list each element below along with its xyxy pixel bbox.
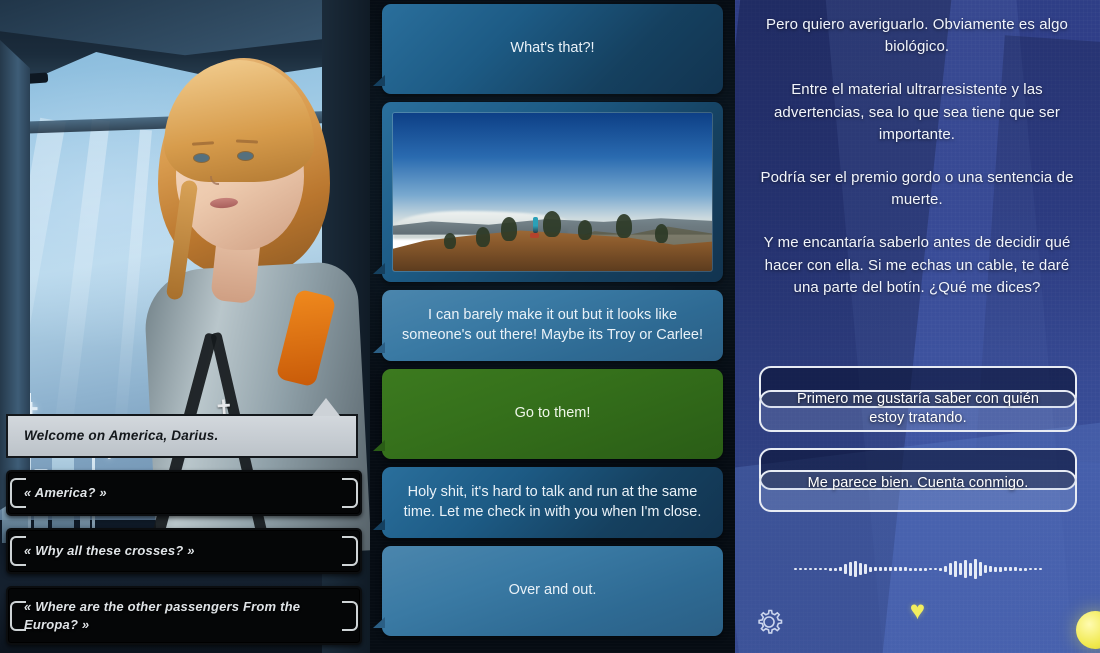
waveform-bar [878, 567, 882, 571]
visual-novel-panel: ✝ ✝ Welcome on America, Darius. « Americ… [0, 0, 370, 653]
bubble-tail [373, 440, 385, 452]
waveform-bar [853, 561, 857, 577]
photo-figure [533, 217, 539, 234]
dialogue-paragraph: Podría ser el premio gordo o una sentenc… [760, 168, 1074, 209]
waveform-bar [873, 567, 877, 571]
dialogue-choice-cuenta-conmigo[interactable]: Me parece bien. Cuenta conmigo. [759, 448, 1077, 512]
chat-message-list: What's that?! I can barely make it out b… [370, 0, 735, 652]
waveform-bar [943, 566, 947, 572]
waveform-bar [1028, 568, 1032, 570]
waveform-bar [968, 562, 972, 576]
waveform-bar [813, 568, 817, 570]
waveform-bar [828, 567, 832, 571]
waveform-bar [883, 567, 887, 571]
vn-choice-crosses[interactable]: « Why all these crosses? » [6, 528, 362, 574]
waveform-bar [848, 562, 852, 576]
chat-message-text: Go to them! [514, 405, 591, 422]
waveform-bar [983, 565, 987, 573]
bubble-tail [373, 75, 385, 86]
npc-speech-text: Welcome on America, Darius. [24, 428, 219, 443]
chat-message-text: I can barely make it out but it looks li… [402, 307, 703, 343]
chat-message-photo[interactable] [373, 102, 723, 282]
waveform-bar [823, 568, 827, 570]
dialogue-choice-label: Me parece bien. Cuenta conmigo. [807, 474, 1029, 491]
dialogue-choice-label: Primero me gustaría saber con quién esto… [796, 391, 1040, 426]
waveform-bar [903, 567, 907, 571]
chat-message[interactable]: Holy shit, it's hard to talk and run at … [373, 467, 723, 539]
waveform-bar [958, 563, 962, 575]
waveform-bar [868, 566, 872, 572]
waveform-bar [913, 567, 917, 571]
dialogue-text-block: Pero quiero averiguarlo. Obviamente es a… [757, 14, 1077, 320]
waveform-bar [928, 568, 932, 570]
waveform-bar [888, 567, 892, 571]
waveform-visualizer [735, 557, 1100, 581]
bubble-tail [373, 617, 385, 629]
photo-attachment[interactable] [392, 112, 713, 272]
waveform-bar [1038, 568, 1042, 570]
vn-choice-list: « America? » « Why all these crosses? » … [6, 470, 362, 653]
waveform-bar [908, 567, 912, 571]
waveform-bar [938, 567, 942, 571]
vn-choice-america[interactable]: « America? » [6, 470, 362, 516]
spanish-dialogue-panel: Pero quiero averiguarlo. Obviamente es a… [735, 0, 1100, 653]
chat-message[interactable]: Over and out. [373, 546, 723, 637]
waveform-bar [1018, 567, 1022, 571]
chat-message-text: Holy shit, it's hard to talk and run at … [403, 484, 702, 520]
npc-speech-bubble: Welcome on America, Darius. [6, 398, 358, 458]
dialogue-paragraph: Y me encantaría saberlo antes de decidir… [763, 234, 1071, 296]
vn-choice-label: « America? » [24, 485, 107, 501]
waveform-bar [988, 566, 992, 572]
gear-icon[interactable] [749, 601, 789, 641]
waveform-bar [858, 563, 862, 575]
waveform-bar [918, 567, 922, 571]
waveform-bar [803, 568, 807, 570]
bubble-tail [373, 342, 385, 354]
heart-icon: ♥ [909, 595, 926, 625]
chat-message[interactable]: What's that?! [373, 4, 723, 94]
waveform-bar [793, 568, 797, 570]
waveform-bar [1003, 567, 1007, 571]
waveform-bar [898, 567, 902, 571]
dialogue-choice-saber-con-quien[interactable]: Primero me gustaría saber con quién esto… [759, 366, 1077, 440]
bubble-tail [373, 519, 385, 531]
waveform-bar [833, 567, 837, 571]
chat-message-text: Over and out. [508, 582, 597, 599]
waveform-bar [798, 568, 802, 570]
chat-message[interactable]: I can barely make it out but it looks li… [373, 290, 723, 362]
vn-choice-label: « Why all these crosses? » [24, 543, 195, 559]
chat-message-text: What's that?! [510, 40, 595, 57]
waveform-bar [1008, 567, 1012, 571]
chat-message-choice-go-to-them[interactable]: Go to them! [373, 369, 723, 460]
waveform-bar [993, 566, 997, 572]
waveform-bar [808, 568, 812, 570]
waveform-bar [1023, 567, 1027, 571]
waveform-bar [863, 564, 867, 574]
waveform-bar [1033, 568, 1037, 570]
waveform-bar [973, 559, 977, 579]
waveform-bar [998, 566, 1002, 572]
bubble-tail [373, 263, 385, 274]
dialogue-paragraph: Pero quiero averiguarlo. Obviamente es a… [766, 16, 1068, 56]
waveform-bar [838, 567, 842, 571]
waveform-bar [953, 561, 957, 577]
waveform-bar [1013, 567, 1017, 571]
speech-bubble-tail [312, 398, 340, 416]
game-screen: ✝ ✝ Welcome on America, Darius. « Americ… [0, 0, 1100, 653]
waveform-bar [963, 560, 967, 578]
dialogue-choice-list: Primero me gustaría saber con quién esto… [759, 366, 1077, 526]
dialogue-paragraph: Entre el material ultrarresistente y las… [773, 81, 1061, 143]
waveform-bar [978, 562, 982, 576]
waveform-bar [923, 567, 927, 571]
vn-choice-label: « Where are the other passengers From th… [24, 599, 301, 632]
waveform-bar [933, 568, 937, 570]
waveform-bar [843, 564, 847, 574]
waveform-bar [893, 567, 897, 571]
chat-panel: What's that?! I can barely make it out b… [370, 0, 735, 653]
waveform-bar [948, 563, 952, 575]
waveform-bar [818, 568, 822, 570]
vn-choice-passengers[interactable]: « Where are the other passengers From th… [6, 586, 362, 646]
